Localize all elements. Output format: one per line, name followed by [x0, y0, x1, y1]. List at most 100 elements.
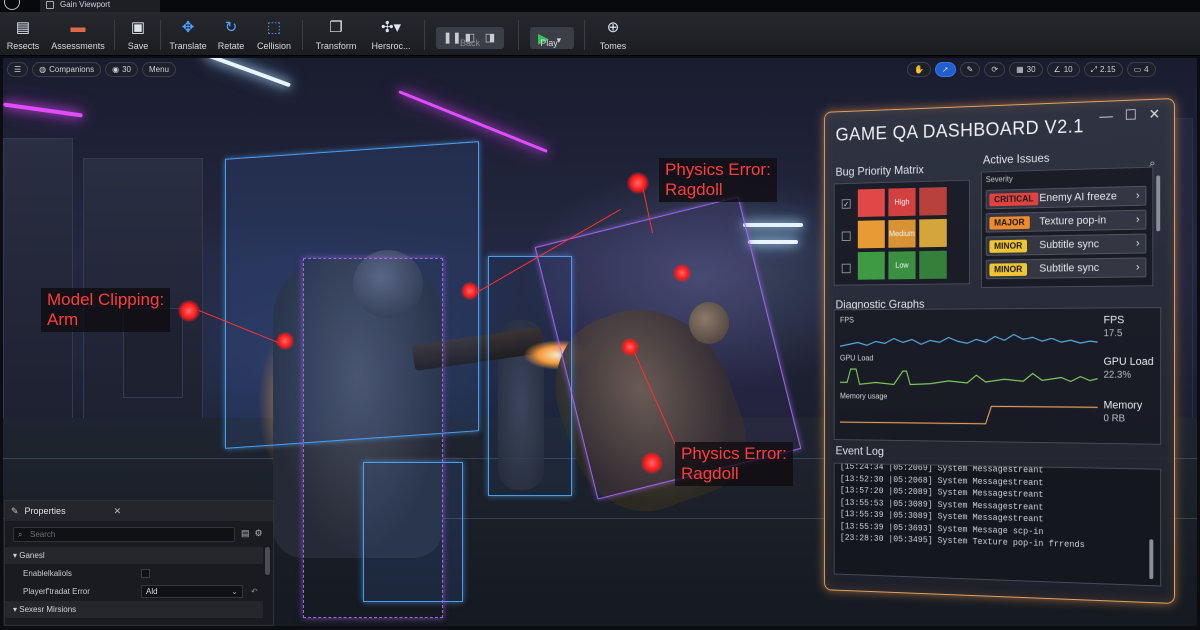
matrix-cell[interactable] — [858, 220, 885, 248]
matrix-cell[interactable] — [919, 251, 947, 279]
matrix-cell[interactable] — [858, 189, 885, 217]
grid-snap-button[interactable]: ▦ 30 — [1009, 62, 1042, 77]
error-marker[interactable] — [461, 282, 479, 300]
camera-count-button[interactable]: ▭ 4 — [1127, 62, 1156, 77]
menu-label: Menu — [149, 63, 169, 76]
collision-button[interactable]: ⬚ Cellision — [254, 16, 294, 54]
resects-button[interactable]: ▤ Resects — [6, 16, 40, 54]
properties-search-input[interactable]: ⌕ Search — [13, 527, 235, 542]
search-icon: ⌕ — [18, 528, 22, 541]
error-marker[interactable] — [178, 300, 200, 322]
snap-button[interactable]: ⟳ — [984, 62, 1005, 77]
assessments-button[interactable]: ▬ Assessments — [50, 16, 106, 54]
pointer-mode-button[interactable]: ➚ — [935, 62, 956, 77]
globe-icon: ◍ — [39, 63, 46, 76]
section-general-label: Ganesl — [19, 551, 44, 560]
error-marker[interactable] — [641, 452, 663, 474]
camera-speed-value: 30 — [122, 63, 131, 76]
matrix-cell[interactable] — [858, 252, 885, 280]
chevron-right-icon: › — [1136, 187, 1140, 205]
matrix-cell[interactable] — [919, 187, 947, 216]
error-label-physics-bottom: Physics Error: Ragdoll — [675, 442, 793, 486]
matrix-heading: Bug Priority Matrix — [836, 163, 924, 179]
target-icon: ⊕ — [602, 16, 624, 38]
select-mode-button[interactable]: ✋ — [907, 62, 931, 77]
issues-scrollbar[interactable] — [1156, 175, 1160, 231]
event-log[interactable]: [15:24:34 |05:2069] System Messagestrean… — [834, 463, 1161, 587]
row-checkbox-low[interactable] — [842, 264, 851, 274]
tab-gain-viewport[interactable]: Gain Viewport — [40, 0, 160, 12]
matrix-cell[interactable]: Low — [888, 251, 915, 279]
back-label: Back — [460, 38, 480, 48]
rotation-snap-button[interactable]: ∠ 10 — [1047, 62, 1080, 77]
memory-value: 0 RB — [1104, 412, 1143, 425]
matrix-cell[interactable]: High — [888, 188, 915, 216]
viewport-menu-button[interactable]: ☰ — [7, 62, 28, 77]
properties-tools: ▤ ⚙ — [241, 528, 263, 539]
scale-snap-button[interactable]: ⤢ 2.15 — [1084, 62, 1123, 77]
reset-icon[interactable]: ↶ — [251, 583, 258, 600]
rotate-button[interactable]: ↻ Retate — [216, 16, 246, 54]
matrix-cell[interactable] — [919, 219, 947, 247]
camera-speed-button[interactable]: ◉ 30 — [105, 62, 138, 77]
menu-button[interactable]: Menu — [142, 62, 176, 77]
engine-logo-icon[interactable] — [4, 0, 20, 10]
issue-row[interactable]: MINOR Subtitle sync › — [986, 257, 1147, 279]
scale-icon: ⤢ — [1091, 63, 1097, 76]
save-doc-icon: ▤ — [12, 16, 34, 38]
section-general[interactable]: ▾ Ganesl — [5, 547, 263, 564]
maximize-icon[interactable]: ☐ — [1125, 106, 1137, 123]
severity-badge: CRITICAL — [989, 192, 1038, 206]
close-icon[interactable]: ✕ — [1149, 106, 1161, 123]
severity-badge: MINOR — [989, 263, 1027, 276]
severity-badge: MINOR — [989, 240, 1027, 253]
viewport-right-controls: ✋ ➚ ✎ ⟳ ▦ 30 ∠ 10 ⤢ 2.15 ▭ 4 — [907, 62, 1156, 78]
toolbar-divider — [160, 20, 161, 50]
property-row-error: Playerf'tradat Error Ald ⌄ ↶ — [5, 583, 263, 600]
gear-icon[interactable]: ⚙ — [255, 528, 263, 539]
tomes-button[interactable]: ⊕ Tomes — [596, 16, 630, 54]
log-line: [23:28:30 |05:3495] System Texture pop-i… — [840, 533, 1085, 550]
error-dropdown[interactable]: Ald ⌄ — [141, 585, 243, 598]
error-title: Model Clipping: — [47, 290, 164, 310]
row-checkbox-medium[interactable] — [842, 231, 851, 241]
save-button[interactable]: ▣ Save — [124, 16, 152, 54]
section-missions[interactable]: ▾ Sexesr Mirsions — [5, 601, 263, 618]
log-scrollbar[interactable] — [1149, 539, 1153, 579]
row-checkbox-high[interactable]: ✓ — [842, 199, 851, 209]
error-marker[interactable] — [276, 332, 294, 350]
companions-label: Companions — [49, 63, 94, 76]
pencil-icon: ✎ — [11, 506, 19, 517]
hersroc-button[interactable]: ✣▾ Hersroc... — [366, 16, 416, 54]
issue-row[interactable]: CRITICAL Enemy AI freeze › — [986, 186, 1147, 210]
memory-value-box: Memory 0 RB — [1104, 399, 1143, 425]
minimize-icon[interactable]: — — [1099, 107, 1113, 124]
window-controls: — ☐ ✕ — [1099, 106, 1160, 125]
error-marker[interactable] — [627, 172, 649, 194]
enable-checkbox[interactable] — [141, 569, 150, 578]
companions-button[interactable]: ◍ Companions — [32, 62, 101, 77]
error-detail: Arm — [47, 310, 164, 330]
snap-icon: ⟳ — [991, 63, 998, 76]
tab-title: Gain Viewport — [60, 0, 110, 9]
save-label: Save — [128, 41, 149, 51]
issue-text: Subtitle sync — [1039, 259, 1099, 277]
error-marker[interactable] — [673, 264, 691, 282]
transform-button[interactable]: ❐ Transform — [312, 16, 360, 54]
table-view-icon[interactable]: ▤ — [241, 528, 250, 539]
properties-scrollbar[interactable] — [265, 547, 270, 575]
issue-row[interactable]: MAJOR Texture pop-in › — [986, 210, 1147, 233]
translate-button[interactable]: ✥ Translate — [166, 16, 210, 54]
error-marker[interactable] — [621, 338, 639, 356]
property-label: Playerf'tradat Error — [23, 587, 90, 596]
memory-name: Memory — [1104, 399, 1143, 411]
paint-mode-button[interactable]: ✎ — [960, 62, 981, 77]
issue-row[interactable]: MINOR Subtitle sync › — [986, 234, 1147, 256]
translate-label: Translate — [169, 41, 206, 51]
skeleton-bounds[interactable] — [303, 258, 443, 618]
close-icon[interactable]: ✕ — [114, 506, 122, 517]
matrix-cell[interactable]: Medium — [888, 220, 915, 248]
camera-count-value: 4 — [1144, 63, 1148, 76]
severity-label: Severity — [986, 175, 1013, 184]
severity-badge: MAJOR — [989, 216, 1029, 229]
